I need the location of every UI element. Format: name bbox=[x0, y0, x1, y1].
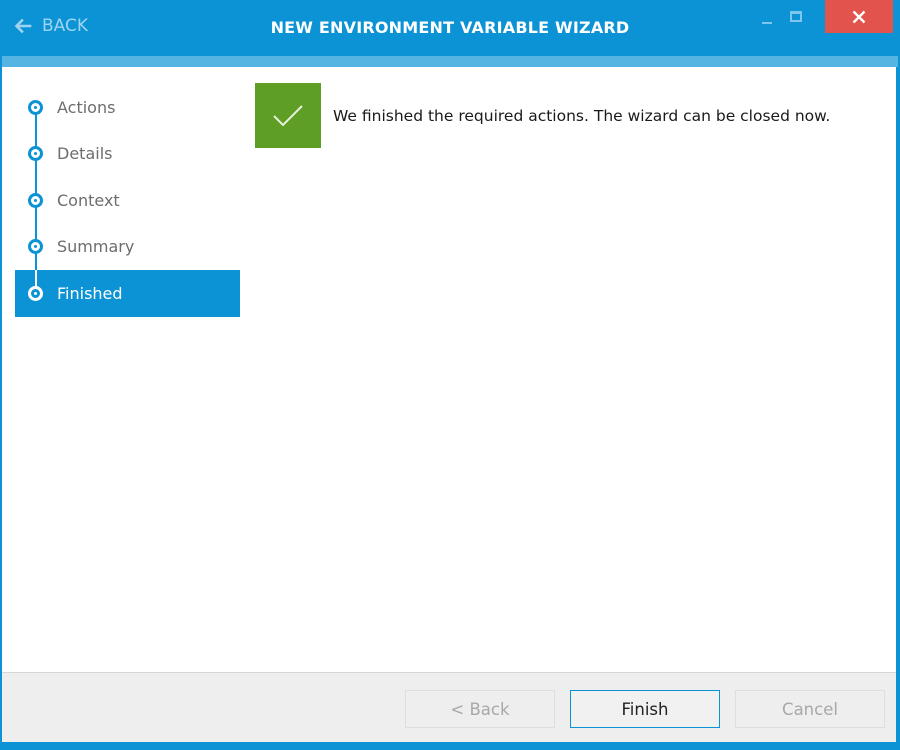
arrow-left-icon bbox=[14, 18, 32, 34]
completion-message: We finished the required actions. The wi… bbox=[255, 83, 830, 148]
step-summary[interactable]: Summary bbox=[15, 223, 240, 271]
step-finished[interactable]: Finished bbox=[15, 270, 240, 317]
maximize-icon bbox=[790, 11, 802, 22]
cancel-button[interactable]: Cancel bbox=[735, 690, 885, 728]
step-dot-icon bbox=[28, 146, 43, 162]
minimize-icon bbox=[762, 21, 772, 24]
step-actions[interactable]: Actions bbox=[15, 84, 240, 131]
step-label: Details bbox=[57, 144, 113, 164]
step-dot-icon bbox=[28, 239, 43, 255]
step-context[interactable]: Context bbox=[15, 177, 240, 224]
wizard-content: Actions Details Context Summary Finished bbox=[2, 67, 896, 672]
step-dot-icon bbox=[28, 192, 43, 208]
step-label: Finished bbox=[57, 283, 123, 303]
step-label: Context bbox=[57, 190, 120, 210]
close-icon bbox=[852, 10, 866, 23]
step-label: Summary bbox=[57, 237, 135, 257]
step-label: Actions bbox=[57, 97, 116, 117]
finish-button[interactable]: Finish bbox=[570, 690, 720, 728]
header-accent-bar bbox=[2, 56, 898, 67]
back-link[interactable]: BACK bbox=[14, 16, 88, 36]
close-button[interactable] bbox=[825, 0, 893, 33]
minimize-button[interactable] bbox=[752, 0, 782, 33]
success-badge bbox=[255, 83, 321, 148]
step-dot-icon bbox=[28, 285, 43, 301]
back-button[interactable]: < Back bbox=[405, 690, 555, 728]
title-bar: BACK NEW ENVIRONMENT VARIABLE WIZARD bbox=[0, 0, 900, 56]
completion-text: We finished the required actions. The wi… bbox=[333, 106, 831, 125]
step-details[interactable]: Details bbox=[15, 130, 240, 178]
wizard-footer: < Back Finish Cancel bbox=[2, 672, 896, 742]
step-list: Actions Details Context Summary Finished bbox=[15, 84, 240, 317]
checkmark-icon bbox=[273, 104, 303, 126]
back-link-label: BACK bbox=[42, 16, 89, 36]
step-dot-icon bbox=[28, 99, 43, 115]
maximize-button[interactable] bbox=[782, 0, 810, 33]
